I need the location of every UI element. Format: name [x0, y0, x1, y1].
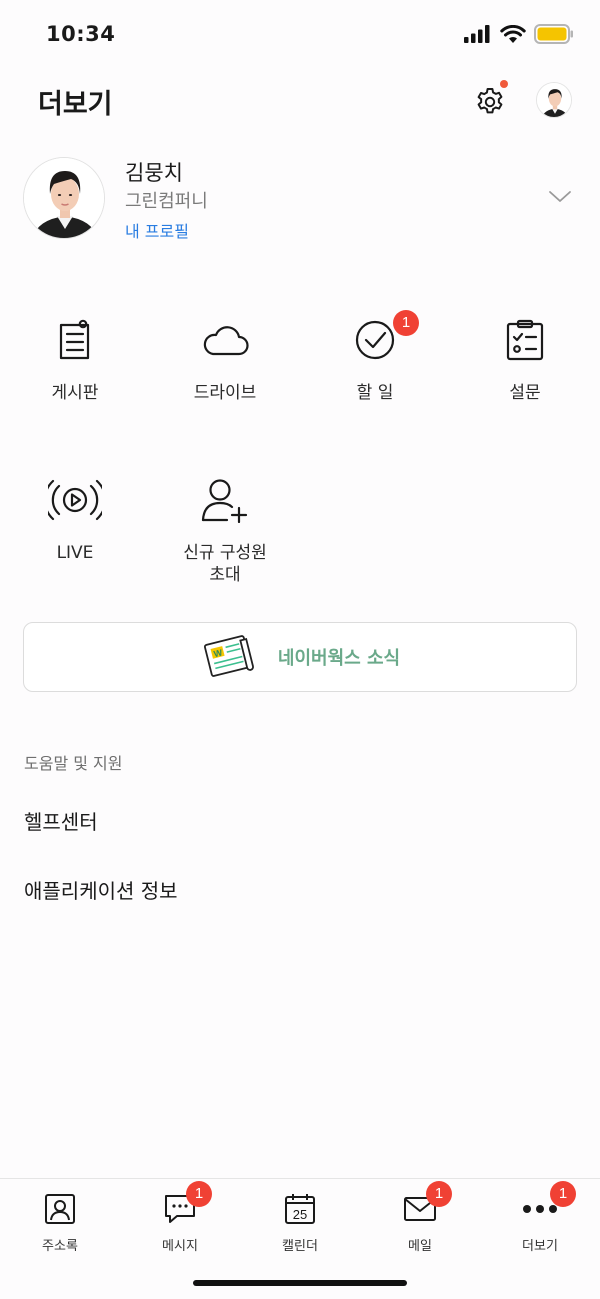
menu-label-line: 신규 구성원	[183, 543, 267, 563]
gear-icon	[477, 88, 503, 114]
settings-button[interactable]	[470, 80, 510, 122]
tab-label: 메일	[408, 1239, 432, 1254]
profile-section[interactable]: 김뭉치 그린컴퍼니 내 프로필	[0, 155, 600, 245]
tab-icon-wrap	[40, 1189, 80, 1229]
help-section-header: 도움말 및 지원	[24, 754, 123, 773]
menu-item-invite[interactable]: 신규 구성원 초대	[155, 470, 295, 586]
calendar-date: 25	[293, 1207, 307, 1222]
menu-item-drive[interactable]: 드라이브	[155, 310, 295, 404]
help-center-item[interactable]: 헬프센터	[24, 806, 98, 835]
menu-label: 게시판	[51, 383, 99, 403]
app-info-item[interactable]: 애플리케이션 정보	[24, 875, 178, 904]
tab-icon-wrap: 1	[400, 1181, 452, 1229]
invite-member-icon	[201, 479, 248, 523]
menu-item-survey[interactable]: 설문	[455, 310, 595, 404]
tab-label: 주소록	[42, 1239, 78, 1254]
tab-icon-wrap: 1	[160, 1181, 212, 1229]
tab-mail[interactable]: 1 메일	[360, 1179, 480, 1259]
page-title: 더보기	[38, 89, 113, 120]
tab-icon-wrap: 1	[520, 1181, 576, 1229]
signal-icon	[464, 25, 490, 43]
status-icons	[464, 24, 574, 44]
my-profile-link[interactable]: 내 프로필	[125, 218, 189, 242]
more-badge: 1	[550, 1181, 576, 1207]
cloud-icon	[203, 326, 249, 356]
profile-name: 김뭉치	[125, 161, 183, 185]
menu-item-todo[interactable]: 1 할 일	[305, 310, 445, 404]
status-bar: 10:34	[0, 0, 600, 70]
tab-messages[interactable]: 1 메시지	[120, 1179, 240, 1259]
menu-icon-wrap	[45, 470, 105, 530]
menu-item-board[interactable]: 게시판	[5, 310, 145, 404]
tab-label: 캘린더	[282, 1239, 318, 1254]
tab-icon-wrap: 25	[280, 1189, 320, 1229]
menu-label: LIVE	[56, 543, 94, 563]
menu-icon-wrap	[45, 310, 105, 370]
menu-label-line: 초대	[209, 565, 241, 585]
menu-label: 신규 구성원 초대	[155, 542, 295, 586]
mail-badge: 1	[426, 1181, 452, 1207]
contacts-icon	[45, 1194, 75, 1224]
newspaper-icon: W	[203, 635, 254, 677]
todo-badge: 1	[393, 310, 419, 336]
menu-item-live[interactable]: LIVE	[5, 470, 145, 564]
todo-check-icon	[355, 320, 395, 360]
menu-icon-wrap	[195, 470, 255, 530]
battery-icon	[534, 24, 573, 44]
calendar-icon: 25	[285, 1194, 315, 1224]
tab-calendar[interactable]: 25 캘린더	[240, 1179, 360, 1259]
news-banner[interactable]: W 네이버웍스 소식	[23, 622, 577, 692]
board-icon	[59, 319, 90, 360]
news-label: 네이버웍스 소식	[277, 648, 401, 669]
tab-contacts[interactable]: 주소록	[0, 1179, 120, 1259]
avatar-photo-icon	[24, 158, 104, 238]
menu-label: 드라이브	[193, 383, 257, 403]
profile-avatar[interactable]	[23, 157, 105, 239]
header-avatar[interactable]	[536, 82, 572, 118]
survey-clipboard-icon	[506, 319, 544, 361]
menu-icon-wrap: 1	[345, 310, 419, 370]
more-icon	[523, 1205, 557, 1213]
avatar-photo-icon	[537, 83, 571, 117]
status-time: 10:34	[46, 22, 116, 46]
tab-more[interactable]: 1 더보기	[480, 1179, 600, 1259]
menu-label: 할 일	[356, 383, 394, 403]
live-broadcast-icon	[48, 479, 102, 521]
header: 더보기	[0, 70, 600, 130]
home-indicator	[193, 1280, 407, 1286]
tab-label: 메시지	[162, 1239, 198, 1254]
menu-label: 설문	[509, 383, 541, 403]
tab-label: 더보기	[522, 1239, 558, 1254]
profile-company: 그린컴퍼니	[125, 191, 208, 212]
notification-dot	[500, 80, 508, 88]
messages-badge: 1	[186, 1181, 212, 1207]
wifi-icon	[500, 24, 526, 43]
menu-icon-wrap	[195, 310, 255, 370]
chevron-down-icon[interactable]	[548, 187, 572, 207]
menu-icon-wrap	[495, 310, 555, 370]
